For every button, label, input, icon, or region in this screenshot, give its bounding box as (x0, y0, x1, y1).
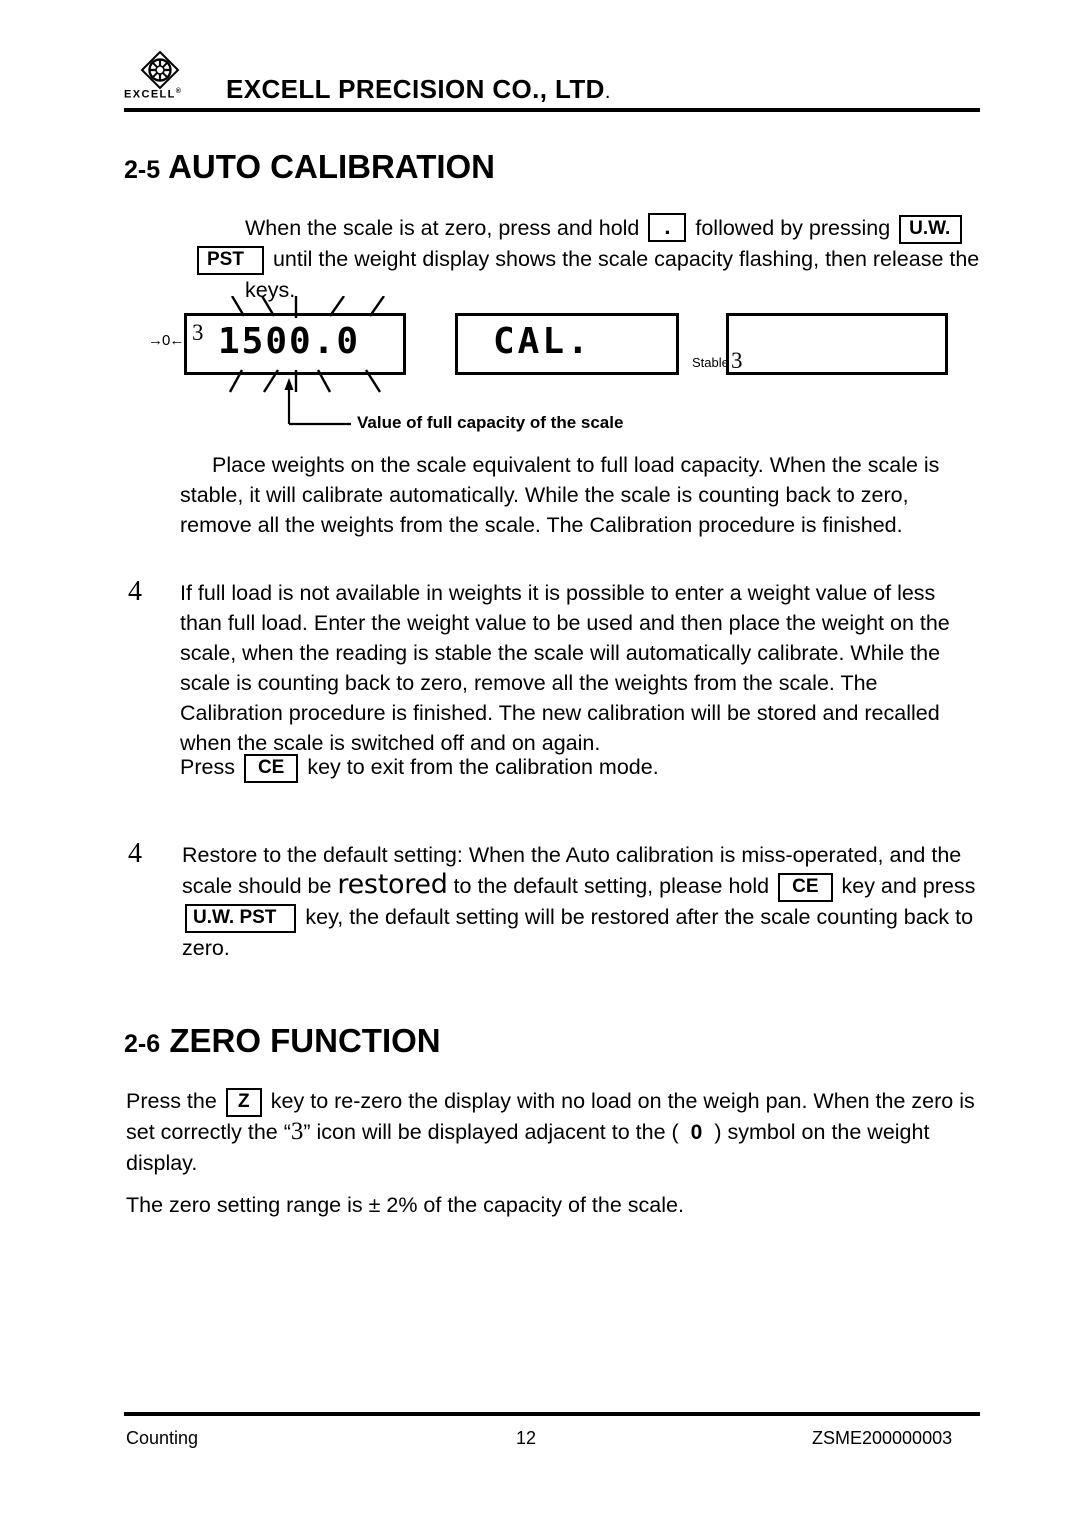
registered-mark-icon: ® (175, 88, 181, 95)
diamond-logo-icon (140, 50, 180, 90)
zero-text-1: Press the (126, 1089, 217, 1113)
lcd3-stable-label: Stable (692, 355, 729, 370)
paragraph-partial-load: If full load is not available in weights… (180, 581, 950, 755)
footer-divider (124, 1412, 980, 1416)
document-page: EXCELL® EXCELL PRECISION CO., LTD. 2-5 A… (0, 0, 1080, 1526)
restore-text-4: key, the default setting will be restore… (182, 905, 974, 960)
key-pst[interactable]: PST (197, 246, 264, 275)
intro-text-1: When the scale is at zero, press and hol… (245, 216, 640, 240)
footer-document-code: ZSME200000003 (812, 1428, 953, 1448)
press-ce-text-2: key to exit from the calibration mode. (307, 755, 659, 779)
heading-auto-calibration-number: 2-5 (124, 156, 161, 184)
key-uw[interactable]: U.W. (899, 215, 963, 244)
footer-manual-name: Counting (126, 1428, 199, 1448)
lcd3-stable-marker: 3 (731, 348, 743, 373)
restored-emphasis: restored (337, 869, 448, 900)
paragraph-restore-default: Restore to the default setting: When the… (182, 840, 982, 963)
press-ce-text-1: Press (180, 755, 235, 779)
zero-text-3: ” icon will be displayed adjacent to the… (303, 1120, 679, 1144)
company-name-text: EXCELL PRECISION CO., LTD (226, 74, 605, 104)
key-uw-pst[interactable]: U.W. PST (185, 904, 297, 933)
lcd1-zero-indicator: →0← (148, 332, 184, 349)
logo-word-text: EXCELL (124, 88, 176, 101)
heading-zero-function-number: 2-6 (124, 1030, 161, 1058)
paragraph-press-ce: Press CE key to exit from the calibratio… (180, 752, 880, 783)
logo-wordmark: EXCELL® (124, 88, 181, 101)
key-decimal-point[interactable]: . (648, 213, 687, 242)
footer-page-number: 12 (516, 1428, 537, 1448)
page-header: EXCELL® EXCELL PRECISION CO., LTD. (124, 48, 984, 110)
restore-text-2: to the default setting, please hold (453, 874, 770, 898)
key-ce-restore[interactable]: CE (778, 873, 833, 902)
intro-text-2: followed by pressing (695, 216, 891, 240)
heading-zero-function-title: ZERO FUNCTION (169, 1022, 441, 1059)
bullet-marker-1: 4 (128, 576, 142, 607)
key-ce-exit[interactable]: CE (243, 754, 299, 783)
stable-glyph-icon: 3 (290, 1118, 304, 1145)
header-divider (124, 108, 980, 112)
paragraph-zero-range: The zero setting range is ± 2% of the ca… (126, 1193, 684, 1217)
heading-auto-calibration: 2-5 AUTO CALIBRATION (124, 148, 495, 186)
paragraph-intro: When the scale is at zero, press and hol… (197, 213, 985, 305)
paragraph-place-weights: Place weights on the scale equivalent to… (180, 453, 940, 537)
heading-zero-function: 2-6 ZERO FUNCTION (124, 1022, 441, 1060)
heading-auto-calibration-title: AUTO CALIBRATION (168, 148, 496, 185)
lcd-display-blank (726, 313, 948, 375)
zero-symbol-icon: 0 (690, 1121, 703, 1144)
restore-text-3: key and press (841, 874, 976, 898)
bullet-marker-2: 4 (128, 838, 142, 869)
company-name-period: . (604, 81, 611, 103)
key-z[interactable]: Z (225, 1088, 262, 1117)
lcd2-value: CAL. (493, 321, 592, 362)
callout-caption: Value of full capacity of the scale (357, 413, 624, 432)
intro-text-3: until the weight display shows the scale… (245, 247, 980, 302)
excell-logo: EXCELL® (124, 48, 210, 106)
paragraph-zero-function: Press the Z key to re-zero the display w… (126, 1086, 984, 1178)
company-name: EXCELL PRECISION CO., LTD. (226, 74, 611, 105)
